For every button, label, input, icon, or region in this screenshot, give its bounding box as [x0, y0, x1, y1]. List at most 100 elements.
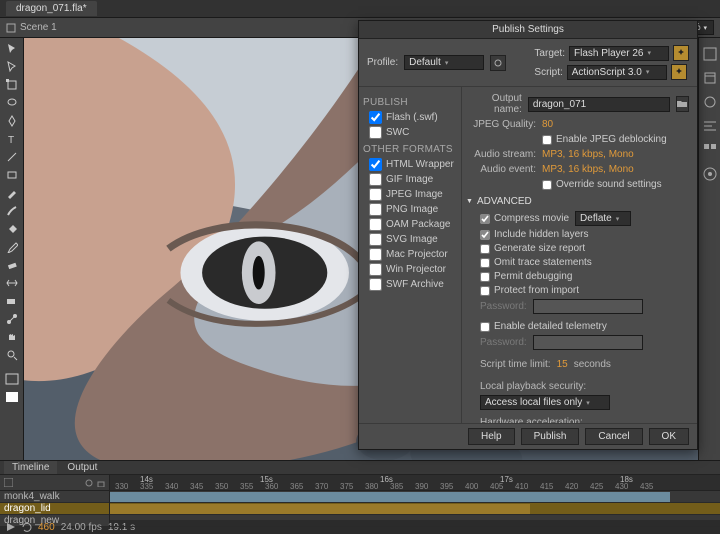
audio-event-value[interactable]: MP3, 16 kbps, Mono — [542, 164, 634, 175]
advanced-section-header[interactable]: ▼ADVANCED — [466, 196, 689, 207]
format-jpeg[interactable]: JPEG Image — [363, 187, 457, 202]
override-sound-checkbox[interactable]: Override sound settings — [542, 179, 662, 190]
format-win-proj[interactable]: Win Projector — [363, 262, 457, 277]
free-transform-tool[interactable] — [2, 76, 22, 94]
track-row[interactable] — [110, 503, 720, 515]
loop-icon[interactable] — [22, 522, 32, 532]
section-other: OTHER FORMATS — [363, 144, 457, 155]
dialog-title: Publish Settings — [359, 21, 697, 39]
format-svg[interactable]: SVG Image — [363, 232, 457, 247]
script-label: Script: — [534, 67, 562, 78]
document-tab[interactable]: dragon_071.fla* — [6, 1, 97, 16]
permit-debug-checkbox[interactable]: Permit debugging — [480, 271, 689, 282]
audio-stream-value[interactable]: MP3, 16 kbps, Mono — [542, 149, 634, 160]
lock-icon[interactable] — [97, 479, 105, 487]
compress-movie-checkbox[interactable]: Compress movie — [480, 213, 569, 224]
line-tool[interactable] — [2, 148, 22, 166]
format-mac-proj[interactable]: Mac Projector — [363, 247, 457, 262]
layer-row[interactable]: dragon_lid — [0, 503, 109, 515]
tab-timeline[interactable]: Timeline — [4, 461, 57, 474]
output-name-input[interactable] — [528, 97, 670, 112]
help-button[interactable]: Help — [468, 428, 515, 445]
profile-options-button[interactable] — [490, 55, 506, 71]
visibility-icon[interactable] — [85, 479, 93, 487]
scene-icon — [6, 23, 16, 33]
ok-button[interactable]: OK — [649, 428, 689, 445]
publish-button[interactable]: Publish — [521, 428, 580, 445]
track-row[interactable] — [110, 491, 720, 503]
tab-output[interactable]: Output — [59, 461, 105, 474]
telemetry-checkbox[interactable]: Enable detailed telemetry — [480, 321, 689, 332]
eyedropper-tool[interactable] — [2, 238, 22, 256]
format-list: PUBLISH Flash (.swf) SWC OTHER FORMATS H… — [359, 87, 461, 423]
timeline-panel: Timeline Output monk4_walk dragon_lid dr… — [0, 460, 720, 520]
current-frame: 460 — [38, 522, 55, 533]
script-limit-value[interactable]: 15 — [557, 359, 568, 370]
bone-tool[interactable] — [2, 310, 22, 328]
paint-bucket-tool[interactable] — [2, 220, 22, 238]
brush-tool[interactable] — [2, 202, 22, 220]
omit-trace-checkbox[interactable]: Omit trace statements — [480, 257, 689, 268]
format-swf-archive[interactable]: SWF Archive — [363, 277, 457, 292]
zoom-tool[interactable] — [2, 346, 22, 364]
target-select[interactable]: Flash Player 26▾ — [569, 46, 669, 61]
library-panel-icon[interactable] — [702, 70, 718, 86]
layer-toggle-icon[interactable] — [4, 478, 13, 487]
properties-panel-icon[interactable] — [702, 46, 718, 62]
rectangle-tool[interactable] — [2, 166, 22, 184]
svg-text:T: T — [8, 135, 14, 145]
track-row[interactable] — [110, 515, 720, 527]
scene-breadcrumb[interactable]: Scene 1 — [6, 22, 57, 33]
compress-type-select[interactable]: Deflate▾ — [575, 211, 631, 226]
format-flash[interactable]: Flash (.swf) — [363, 110, 457, 125]
profile-select[interactable]: Default▾ — [404, 55, 484, 70]
audio-event-label: Audio event: — [466, 164, 536, 175]
camera-tool[interactable] — [2, 292, 22, 310]
audio-stream-label: Audio stream: — [466, 149, 536, 160]
script-select[interactable]: ActionScript 3.0▾ — [567, 65, 667, 80]
layer-row[interactable]: monk4_walk — [0, 491, 109, 503]
stroke-color[interactable] — [2, 370, 22, 388]
password2-input — [533, 335, 643, 350]
format-png[interactable]: PNG Image — [363, 202, 457, 217]
fill-color[interactable] — [2, 388, 22, 406]
enable-deblocking-checkbox[interactable]: Enable JPEG deblocking — [542, 134, 667, 145]
local-playback-select[interactable]: Access local files only▾ — [480, 395, 610, 410]
generate-size-checkbox[interactable]: Generate size report — [480, 243, 689, 254]
color-panel-icon[interactable] — [702, 94, 718, 110]
play-icon[interactable] — [6, 522, 16, 532]
text-tool[interactable]: T — [2, 130, 22, 148]
protect-import-checkbox[interactable]: Protect from import — [480, 285, 689, 296]
target-label: Target: — [534, 48, 565, 59]
jpeg-quality-value[interactable]: 80 — [542, 119, 553, 130]
format-html[interactable]: HTML Wrapper — [363, 157, 457, 172]
lasso-tool[interactable] — [2, 94, 22, 112]
cancel-button[interactable]: Cancel — [585, 428, 642, 445]
document-tabs: dragon_071.fla* — [0, 0, 720, 18]
browse-folder-button[interactable] — [676, 96, 689, 112]
timeline-frames[interactable]: 14s 15s 16s 17s 18s 330 335 340 345 350 … — [110, 475, 720, 527]
cc-libraries-icon[interactable] — [702, 166, 718, 182]
target-settings-button[interactable] — [673, 45, 689, 61]
width-tool[interactable] — [2, 274, 22, 292]
script-limit-label: Script time limit: — [480, 359, 551, 370]
layers-list: monk4_walk dragon_lid dragon_new — [0, 475, 110, 527]
align-panel-icon[interactable] — [702, 118, 718, 134]
swatches-panel-icon[interactable] — [702, 142, 718, 158]
pen-tool[interactable] — [2, 112, 22, 130]
eraser-tool[interactable] — [2, 256, 22, 274]
format-oam[interactable]: OAM Package — [363, 217, 457, 232]
script-settings-button[interactable] — [671, 64, 687, 80]
subselection-tool[interactable] — [2, 58, 22, 76]
jpeg-quality-label: JPEG Quality: — [466, 119, 536, 130]
format-swc[interactable]: SWC — [363, 125, 457, 140]
format-gif[interactable]: GIF Image — [363, 172, 457, 187]
password2-label: Password: — [480, 337, 527, 348]
section-publish: PUBLISH — [363, 97, 457, 108]
pencil-tool[interactable] — [2, 184, 22, 202]
hand-tool[interactable] — [2, 328, 22, 346]
include-hidden-checkbox[interactable]: Include hidden layers — [480, 229, 689, 240]
selection-tool[interactable] — [2, 40, 22, 58]
tools-panel: T — [0, 38, 24, 460]
password-input — [533, 299, 643, 314]
